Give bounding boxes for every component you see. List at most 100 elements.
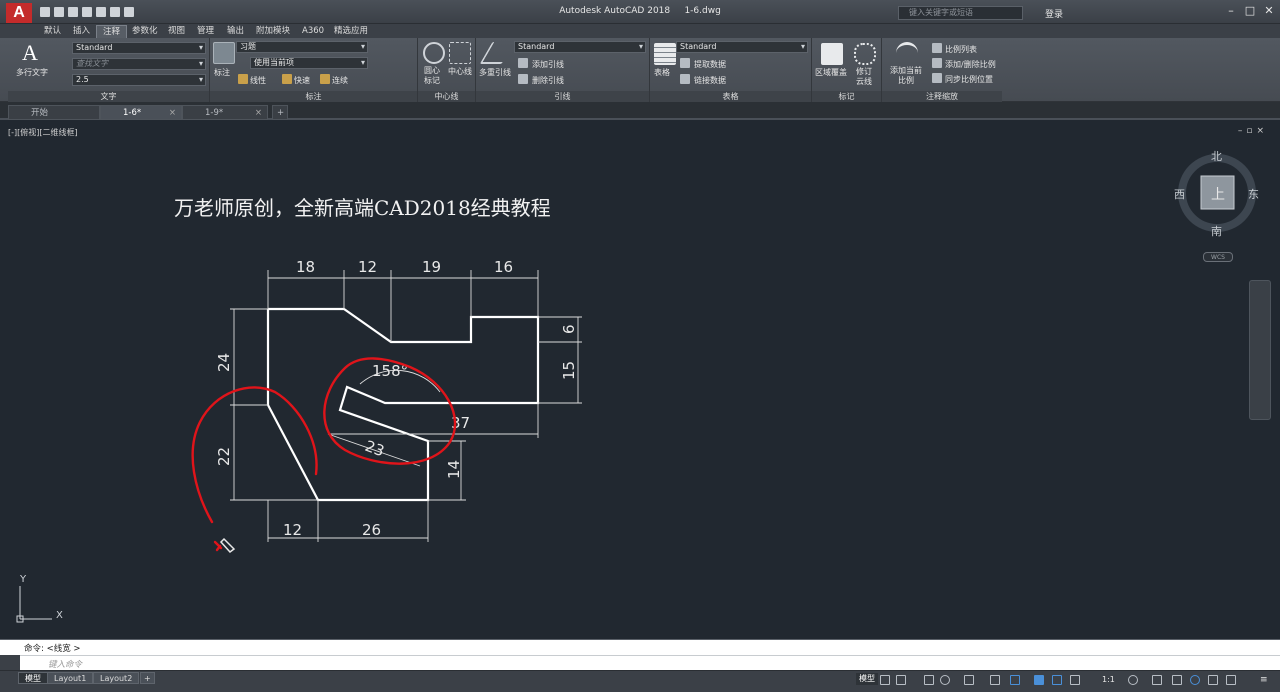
- dim-layer-select[interactable]: 使用当前项: [250, 57, 368, 69]
- wipeout-button[interactable]: 区域覆盖: [815, 67, 847, 78]
- dimension-button[interactable]: 标注: [214, 67, 230, 78]
- scale-list-icon[interactable]: [932, 43, 942, 53]
- sync-scale-button[interactable]: 同步比例位置: [945, 74, 993, 85]
- auto-scale-icon[interactable]: [1070, 675, 1080, 685]
- continue-button[interactable]: 连续: [332, 75, 348, 86]
- annotation-visibility-icon[interactable]: [1052, 675, 1062, 685]
- find-text-input[interactable]: 查找文字: [72, 58, 206, 70]
- new-tab-button[interactable]: +: [272, 105, 288, 120]
- linear-button[interactable]: 线性: [250, 75, 266, 86]
- linear-icon[interactable]: [238, 74, 248, 84]
- lineweight-icon[interactable]: [1034, 675, 1044, 685]
- add-leader-button[interactable]: 添加引线: [532, 59, 564, 70]
- close-tab-icon[interactable]: ×: [169, 106, 176, 120]
- tab-featured[interactable]: 精选应用: [328, 25, 374, 38]
- doc-tab-1-6[interactable]: 1-6* ×: [100, 105, 182, 120]
- wipeout-icon[interactable]: [821, 43, 843, 65]
- extract-data-button[interactable]: 提取数据: [694, 59, 726, 70]
- tab-default[interactable]: 默认: [38, 25, 67, 38]
- mtext-button[interactable]: 多行文字: [16, 67, 48, 78]
- tab-layout2[interactable]: Layout2: [93, 672, 140, 684]
- close-tab-icon[interactable]: ×: [255, 106, 262, 120]
- center-mark-button[interactable]: 圆心标记: [424, 66, 444, 86]
- wcs-menu[interactable]: WCS: [1203, 252, 1233, 262]
- login-button[interactable]: 登录: [1045, 7, 1063, 20]
- doc-tab-start[interactable]: 开始: [8, 105, 100, 120]
- command-input[interactable]: 键入命令: [20, 655, 1280, 670]
- navigation-bar[interactable]: [1249, 280, 1271, 420]
- remove-leader-icon[interactable]: [518, 74, 528, 84]
- leader-style-select[interactable]: Standard: [514, 41, 646, 53]
- dim-style-select[interactable]: 习题: [236, 41, 368, 53]
- add-layout-button[interactable]: +: [140, 672, 155, 684]
- panel-title-annotation-scale[interactable]: 注释缩放: [882, 91, 1002, 102]
- part-outline[interactable]: [266, 307, 540, 502]
- sync-scale-icon[interactable]: [932, 73, 942, 83]
- snap-icon[interactable]: [896, 675, 906, 685]
- add-delete-scale-icon[interactable]: [932, 58, 942, 68]
- add-scale-button[interactable]: 添加当前比例: [889, 66, 923, 86]
- add-scale-icon[interactable]: [896, 42, 918, 64]
- isolate-icon[interactable]: [1208, 675, 1218, 685]
- centerline-button[interactable]: 中心线: [448, 66, 472, 77]
- multileader-button[interactable]: 多重引线: [479, 67, 511, 78]
- units-icon[interactable]: [1172, 675, 1182, 685]
- revcloud-button[interactable]: 修订云线: [856, 67, 874, 87]
- text-height-select[interactable]: 2.5: [72, 74, 206, 86]
- maximize-icon[interactable]: □: [1241, 3, 1259, 19]
- centerline-icon[interactable]: [449, 42, 471, 64]
- add-delete-scale-button[interactable]: 添加/删除比例: [945, 59, 996, 70]
- osnap-icon[interactable]: [1010, 675, 1020, 685]
- search-input[interactable]: 键入关键字或短语: [898, 6, 1023, 20]
- extract-data-icon[interactable]: [680, 58, 690, 68]
- viewcube[interactable]: 上 北 南 东 西: [1174, 150, 1259, 238]
- dimension-icon[interactable]: [213, 42, 235, 64]
- minimize-icon[interactable]: –: [1222, 3, 1240, 19]
- table-icon[interactable]: [654, 43, 676, 65]
- tab-manage[interactable]: 管理: [191, 25, 220, 38]
- isodraft-icon[interactable]: [964, 675, 974, 685]
- tab-a360[interactable]: A360: [296, 25, 330, 38]
- table-style-select[interactable]: Standard: [676, 41, 808, 53]
- hardware-accel-icon[interactable]: [1190, 675, 1200, 685]
- osnap-tracking-icon[interactable]: [990, 675, 1000, 685]
- multileader-icon[interactable]: [479, 42, 515, 64]
- table-button[interactable]: 表格: [654, 67, 670, 78]
- annotation-monitor-icon[interactable]: [1152, 675, 1162, 685]
- tab-parametric[interactable]: 参数化: [126, 25, 164, 38]
- remove-leader-button[interactable]: 删除引线: [532, 75, 564, 86]
- tab-addins[interactable]: 附加模块: [250, 25, 296, 38]
- tab-annotate[interactable]: 注释: [96, 25, 128, 38]
- tab-view[interactable]: 视图: [162, 25, 191, 38]
- tab-model[interactable]: 模型: [18, 672, 48, 684]
- panel-title-text[interactable]: 文字: [8, 91, 209, 102]
- quick-dim-button[interactable]: 快速: [294, 75, 310, 86]
- panel-title-dimension[interactable]: 标注: [210, 91, 417, 102]
- customize-icon[interactable]: ≡: [1260, 675, 1270, 685]
- center-mark-icon[interactable]: [423, 42, 445, 64]
- link-data-button[interactable]: 链接数据: [694, 75, 726, 86]
- clean-screen-icon[interactable]: [1226, 675, 1236, 685]
- ortho-icon[interactable]: [924, 675, 934, 685]
- doc-tab-1-9[interactable]: 1-9* ×: [182, 105, 268, 120]
- quick-dim-icon[interactable]: [282, 74, 292, 84]
- continue-icon[interactable]: [320, 74, 330, 84]
- revcloud-icon[interactable]: [854, 43, 876, 65]
- cad-drawing[interactable]: 万老师原创，全新高端CAD2018经典教程 18 12 19 16 6 15 2…: [0, 122, 1280, 634]
- panel-title-leader[interactable]: 引线: [476, 91, 649, 102]
- annotation-scale-select[interactable]: 1:1: [1102, 675, 1115, 684]
- polar-icon[interactable]: [940, 675, 950, 685]
- panel-title-markup[interactable]: 标记: [812, 91, 881, 102]
- mtext-icon[interactable]: A: [22, 40, 38, 66]
- link-data-icon[interactable]: [680, 74, 690, 84]
- drawing-viewport[interactable]: [-][俯视][二维线框] –▫× 万老师原创，全新高端CAD2018经典教程: [0, 122, 1280, 634]
- text-style-select[interactable]: Standard: [72, 42, 206, 54]
- model-space-button[interactable]: 模型: [856, 673, 878, 685]
- close-icon[interactable]: ✕: [1260, 3, 1278, 19]
- scale-list-button[interactable]: 比例列表: [945, 44, 977, 55]
- workspace-icon[interactable]: [1128, 675, 1138, 685]
- tab-layout1[interactable]: Layout1: [47, 672, 94, 684]
- panel-title-centerline[interactable]: 中心线: [418, 91, 475, 102]
- panel-title-table[interactable]: 表格: [650, 91, 811, 102]
- grid-icon[interactable]: [880, 675, 890, 685]
